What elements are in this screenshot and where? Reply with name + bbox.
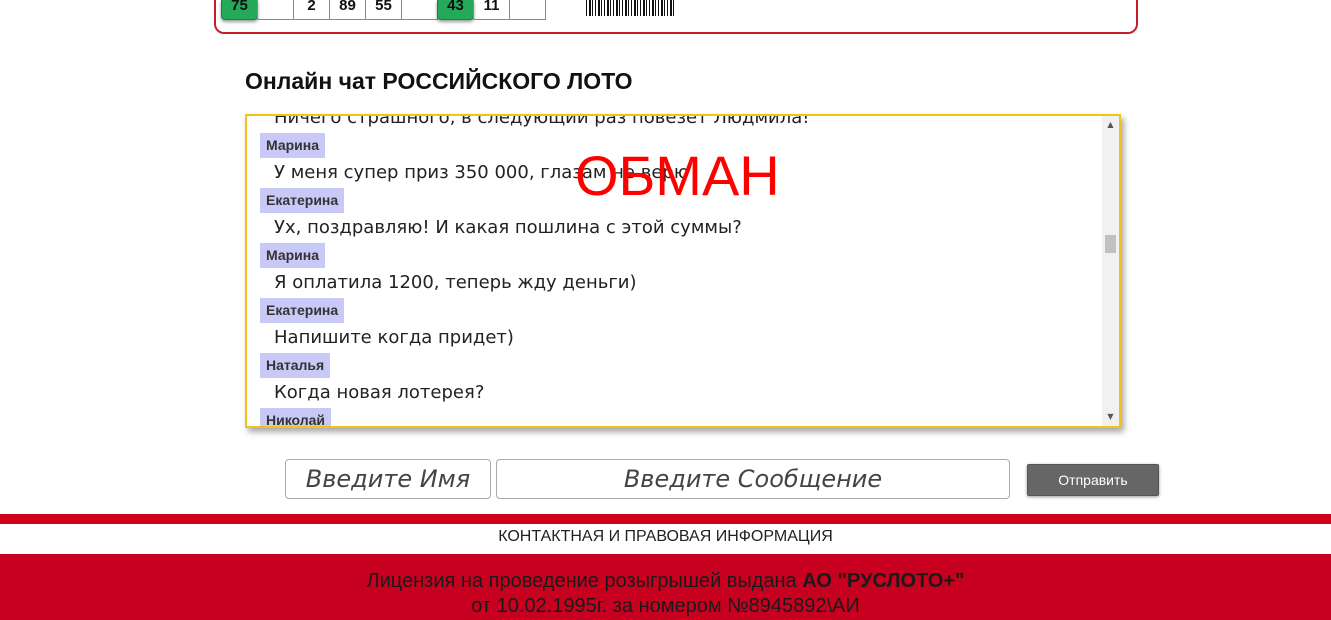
ticket-cell: 43 <box>437 0 474 20</box>
chat-message: Наталья Когда новая лотерея? <box>247 353 1102 408</box>
ticket-cell <box>509 0 546 20</box>
ticket-cell <box>401 0 438 20</box>
chat-message: Марина У меня супер приз 350 000, глазам… <box>247 133 1102 188</box>
chat-message: Ничего страшного, в следующий раз повезе… <box>247 114 1102 133</box>
page: 75 2 89 55 43 11 Онлайн чат РОССИЙСКОГО … <box>0 0 1331 620</box>
chat-title: Онлайн чат РОССИЙСКОГО ЛОТО <box>245 68 633 94</box>
chat-message-author: Николай <box>260 408 332 426</box>
chat-message: Марина Я оплатила 1200, теперь жду деньг… <box>247 243 1102 298</box>
ticket-number-row: 75 2 89 55 43 11 <box>221 0 546 20</box>
chat-message-list: Ничего страшного, в следующий раз повезе… <box>247 114 1102 426</box>
chat-message-text: Когда новая лотерея? <box>274 382 485 403</box>
message-input[interactable] <box>496 459 1010 499</box>
license-organization: АО "РУСЛОТО+" <box>802 570 965 592</box>
scroll-down-arrow-icon[interactable]: ▼ <box>1102 410 1119 424</box>
contact-info-link[interactable]: КОНТАКТНАЯ И ПРАВОВАЯ ИНФОРМАЦИЯ <box>0 528 1331 546</box>
ticket-cell: 89 <box>329 0 366 20</box>
chat-message: Екатерина Напишите когда придет) <box>247 298 1102 353</box>
ticket-cell: 11 <box>473 0 510 20</box>
scrollbar-thumb[interactable] <box>1105 235 1116 253</box>
license-prefix: Лицензия на проведение розыгрышей выдана <box>366 570 803 592</box>
footer-divider <box>0 514 1331 524</box>
chat-message-text: У меня супер приз 350 000, глазам не вер… <box>274 162 689 183</box>
scroll-up-arrow-icon[interactable]: ▲ <box>1102 118 1119 132</box>
license-line-2: от 10.02.1995г. за номером №8945892\АИ <box>471 595 860 617</box>
chat-scrollbar[interactable]: ▲ ▼ <box>1102 116 1119 426</box>
chat-message-text: Напишите когда придет) <box>274 327 514 348</box>
chat-message-author: Екатерина <box>260 188 345 213</box>
ticket-cell <box>257 0 294 20</box>
barcode-icon <box>586 0 676 16</box>
footer-license: Лицензия на проведение розыгрышей выдана… <box>0 554 1331 620</box>
chat-message-author: Марина <box>260 133 326 158</box>
ticket-cell: 75 <box>221 0 258 20</box>
chat-message-author: Марина <box>260 243 326 268</box>
name-input[interactable] <box>285 459 491 499</box>
chat-message-author: Наталья <box>260 353 331 378</box>
ticket-cell: 55 <box>365 0 402 20</box>
chat-message-text: Ух, поздравляю! И какая пошлина с этой с… <box>274 217 742 238</box>
chat-message-text: Я оплатила 1200, теперь жду деньги) <box>274 272 637 293</box>
chat-messages-box[interactable]: Ничего страшного, в следующий раз повезе… <box>245 114 1121 428</box>
chat-message-author: Екатерина <box>260 298 345 323</box>
chat-message-text: Ничего страшного, в следующий раз повезе… <box>274 114 810 128</box>
license-line-1: Лицензия на проведение розыгрышей выдана… <box>0 569 1331 594</box>
chat-message: Николай <box>247 408 1102 426</box>
ticket-cell: 2 <box>293 0 330 20</box>
chat-message: Екатерина Ух, поздравляю! И какая пошлин… <box>247 188 1102 243</box>
send-button[interactable]: Отправить <box>1027 464 1159 496</box>
